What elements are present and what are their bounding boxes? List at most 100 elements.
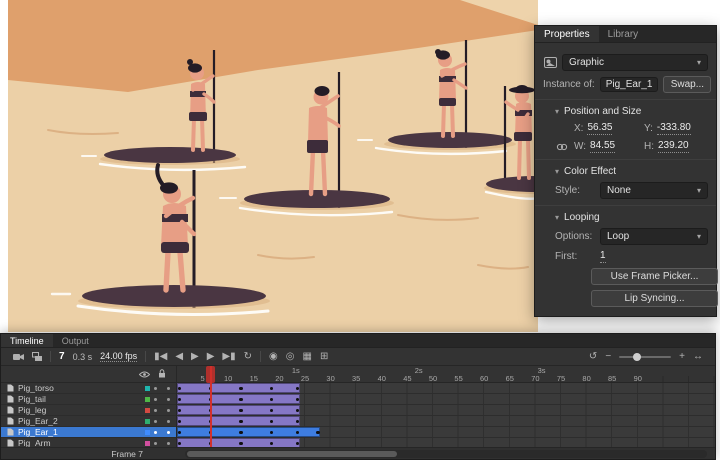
keyframe-dot[interactable] [239, 420, 243, 424]
loop-playback-button[interactable]: ↻ [244, 352, 252, 362]
layer-lock-dot[interactable] [167, 387, 170, 390]
x-value[interactable]: 56.35 [587, 122, 612, 135]
layer-outline-swatch[interactable] [145, 397, 150, 402]
layer-row-Pig_Ear_1[interactable]: Pig_Ear_1 [1, 427, 176, 438]
stage-canvas[interactable] [8, 0, 538, 332]
camera-icon[interactable] [13, 352, 24, 361]
keyframe-dot[interactable] [296, 387, 300, 391]
symbol-type-dropdown[interactable]: Graphic ▾ [562, 54, 708, 71]
keyframe-dot[interactable] [296, 420, 300, 424]
reset-timeline-zoom-button[interactable]: ↺ [589, 352, 597, 362]
frame-ruler[interactable]: 1s2s3s5101520253035404550556065707580859… [177, 366, 715, 383]
step-forward-button[interactable]: ▶ [207, 352, 215, 362]
tab-output[interactable]: Output [53, 334, 98, 347]
play-button[interactable]: ▶ [191, 352, 199, 362]
step-back-button[interactable]: ◀ [175, 352, 183, 362]
layer-frames-Pig_Ear_1[interactable] [177, 427, 715, 438]
show-hide-all-layers-icon[interactable] [139, 366, 150, 383]
y-label: Y: [644, 123, 653, 134]
layer-visibility-dot[interactable] [154, 398, 157, 401]
zoom-slider-knob[interactable] [633, 353, 641, 361]
ruler-frame-number: 30 [320, 374, 342, 383]
onion-skin-outlines-button[interactable]: ◎ [286, 352, 295, 362]
keyframe-dot[interactable] [296, 442, 300, 446]
layer-row-Pig_tail[interactable]: Pig_tail [1, 394, 176, 405]
layer-visibility-dot[interactable] [154, 387, 157, 390]
w-value[interactable]: 84.55 [590, 140, 615, 153]
keyframe-dot[interactable] [239, 409, 243, 413]
layer-row-Pig_Arm[interactable]: Pig_Arm [1, 438, 176, 447]
color-effect-header[interactable]: ▾ Color Effect [543, 166, 708, 177]
keyframe-dot[interactable] [296, 431, 300, 435]
instance-name-field[interactable]: Pig_Ear_1 [600, 77, 659, 92]
looping-header[interactable]: ▾ Looping [543, 212, 708, 223]
properties-panel: Properties Library Graphic ▾ Instance of… [534, 25, 717, 317]
layer-frames-Pig_Arm[interactable] [177, 438, 715, 447]
tab-library[interactable]: Library [599, 26, 648, 42]
layer-row-Pig_Ear_2[interactable]: Pig_Ear_2 [1, 416, 176, 427]
playhead-head[interactable] [206, 366, 215, 383]
frames-column[interactable]: 1s2s3s5101520253035404550556065707580859… [177, 366, 715, 447]
layer-visibility-dot[interactable] [154, 420, 157, 423]
layer-row-Pig_torso[interactable]: Pig_torso [1, 383, 176, 394]
position-size-header[interactable]: ▾ Position and Size [543, 106, 708, 117]
layer-visibility-dot[interactable] [154, 431, 157, 434]
keyframe-dot[interactable] [239, 431, 243, 435]
keyframe-dot[interactable] [296, 398, 300, 402]
use-frame-picker-button[interactable]: Use Frame Picker... [591, 268, 718, 285]
loop-options-dropdown[interactable]: Loop ▾ [600, 228, 708, 245]
layer-lock-dot[interactable] [167, 398, 170, 401]
swap-button[interactable]: Swap... [663, 76, 711, 93]
y-value[interactable]: -333.80 [657, 122, 691, 135]
layer-outline-swatch[interactable] [145, 441, 150, 446]
layer-outline-swatch[interactable] [145, 430, 150, 435]
style-dropdown[interactable]: None ▾ [600, 182, 708, 199]
keyframe-dot[interactable] [296, 409, 300, 413]
lock-all-layers-icon[interactable] [158, 366, 166, 383]
onion-skin-button[interactable]: ◉ [269, 352, 278, 362]
fps-readout[interactable]: 24.00 fps [100, 351, 137, 363]
collapse-triangle-icon: ▾ [555, 107, 559, 116]
timeline-zoom-slider[interactable] [619, 356, 671, 358]
frame-rows[interactable] [177, 383, 715, 447]
center-frame-button[interactable]: ⊞ [320, 352, 328, 362]
layer-row-Pig_leg[interactable]: Pig_leg [1, 405, 176, 416]
h-value[interactable]: 239.20 [658, 140, 689, 153]
timeline-status-bar: Frame 7 [1, 447, 715, 459]
ruler-frame-number: 65 [499, 374, 521, 383]
scrollbar-thumb[interactable] [187, 451, 397, 457]
layers-icon[interactable] [32, 352, 42, 361]
layer-outline-swatch[interactable] [145, 408, 150, 413]
color-effect-title: Color Effect [564, 166, 616, 177]
layer-frames-Pig_torso[interactable] [177, 383, 715, 394]
layer-visibility-dot[interactable] [154, 409, 157, 412]
timeline-horizontal-scrollbar[interactable] [185, 450, 707, 458]
first-frame-value[interactable]: 1 [600, 250, 606, 263]
tab-timeline[interactable]: Timeline [1, 334, 53, 347]
layer-lock-dot[interactable] [167, 431, 170, 434]
keyframe-dot[interactable] [239, 398, 243, 402]
tab-properties[interactable]: Properties [535, 26, 599, 42]
layer-page-icon [7, 395, 14, 403]
keyframe-dot[interactable] [239, 442, 243, 446]
layer-frames-Pig_tail[interactable] [177, 394, 715, 405]
edit-multiple-frames-button[interactable]: ▦ [302, 352, 311, 362]
layer-frames-Pig_Ear_2[interactable] [177, 416, 715, 427]
resize-timeline-button[interactable]: ↔ [693, 352, 703, 362]
layer-lock-dot[interactable] [167, 409, 170, 412]
current-frame-readout: 7 [59, 351, 65, 362]
lip-syncing-button[interactable]: Lip Syncing... [591, 290, 718, 307]
layer-visibility-dot[interactable] [154, 442, 157, 445]
layer-lock-dot[interactable] [167, 420, 170, 423]
layer-outline-swatch[interactable] [145, 386, 150, 391]
layer-outline-swatch[interactable] [145, 419, 150, 424]
go-to-first-frame-button[interactable]: ▮◀ [154, 352, 167, 362]
layer-frames-Pig_leg[interactable] [177, 405, 715, 416]
go-to-last-frame-button[interactable]: ▶▮ [222, 352, 235, 362]
keyframe-dot[interactable] [239, 387, 243, 391]
keyframe-dot[interactable] [316, 431, 320, 435]
zoom-in-button[interactable]: + [679, 352, 685, 362]
zoom-out-button[interactable]: − [605, 352, 611, 362]
layer-lock-dot[interactable] [167, 442, 170, 445]
link-width-height-icon[interactable] [555, 143, 569, 151]
